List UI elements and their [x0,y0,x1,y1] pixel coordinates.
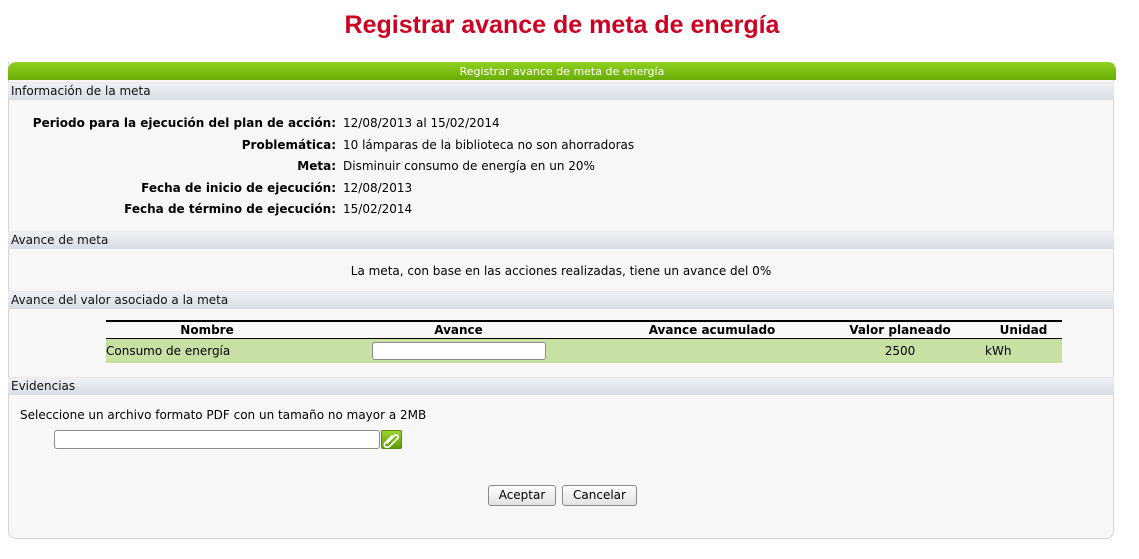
cancel-button[interactable]: Cancelar [562,485,637,506]
column-header-avance-acumulado: Avance acumulado [609,320,815,339]
info-label: Fecha de término de ejecución: [124,202,336,216]
info-label: Problemática: [241,138,336,152]
section-valor-header: Avance del valor asociado a la meta [8,291,1114,309]
cell-avance [308,338,609,363]
cell-avance-acumulado [609,338,815,363]
info-label: Meta: [297,159,336,173]
info-value: Disminuir consumo de energía en un 20% [343,159,595,173]
accept-button[interactable]: Aceptar [488,485,556,506]
column-header-nombre: Nombre [106,320,308,339]
paperclip-icon [383,434,399,449]
info-value: 15/02/2014 [343,202,413,216]
table-header-row: Nombre Avance Avance acumulado Valor pla… [106,320,1062,339]
section-info-header: Información de la meta [8,82,1114,100]
table-row: Consumo de energía 2500 kWh [106,338,1062,363]
file-path-input[interactable] [54,430,380,449]
info-row-fecha-inicio: Fecha de inicio de ejecución: 12/08/2013 [8,179,1108,197]
info-label: Periodo para la ejecución del plan de ac… [32,116,336,130]
cell-valor-planeado: 2500 [815,338,985,363]
section-evidencias-header: Evidencias [8,377,1114,395]
info-row-fecha-termino: Fecha de término de ejecución: 15/02/201… [8,200,1108,218]
column-header-unidad: Unidad [985,320,1062,339]
info-value: 12/08/2013 al 15/02/2014 [343,116,500,130]
values-table: Nombre Avance Avance acumulado Valor pla… [106,320,1062,363]
panel-header: Registrar avance de meta de energía [8,62,1116,80]
attach-file-button[interactable] [381,430,402,449]
cell-nombre: Consumo de energía [106,338,308,363]
info-row-meta: Meta: Disminuir consumo de energía en un… [8,157,1108,175]
info-value: 12/08/2013 [343,181,413,195]
info-label: Fecha de inicio de ejecución: [141,181,336,195]
info-value: 10 lámparas de la biblioteca no son ahor… [343,138,635,152]
info-row-problematica: Problemática: 10 lámparas de la bibliote… [8,136,1108,154]
section-avance-header: Avance de meta [8,231,1114,249]
page-title: Registrar avance de meta de energía [344,11,780,39]
column-header-valor-planeado: Valor planeado [815,320,985,339]
info-row-periodo: Periodo para la ejecución del plan de ac… [8,114,1108,132]
progress-text: La meta, con base en las acciones realiz… [350,264,772,278]
file-hint: Seleccione un archivo formato PDF con un… [20,408,427,422]
cell-unidad: kWh [985,338,1062,363]
column-header-avance: Avance [308,320,609,339]
avance-input[interactable] [371,342,546,360]
